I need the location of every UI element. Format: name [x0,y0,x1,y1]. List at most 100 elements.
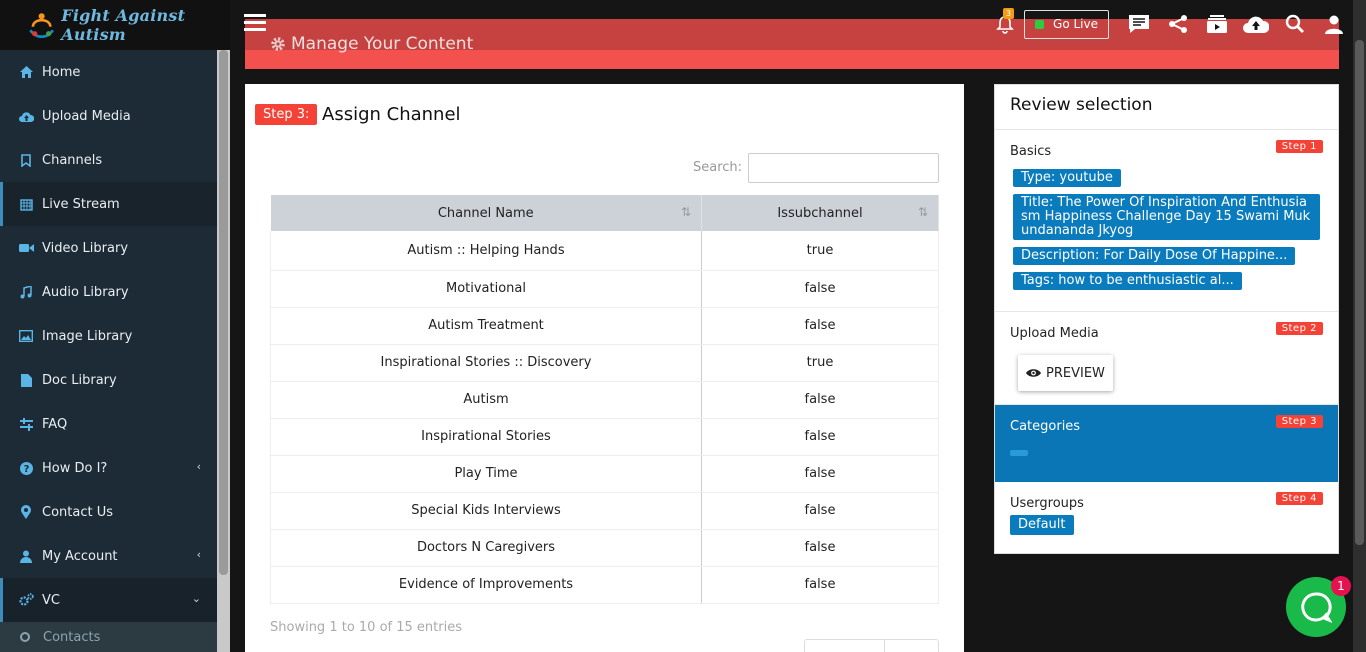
table-row[interactable]: Autism :: Helping Hands true [270,231,939,271]
column-header-issubchannel[interactable]: Issubchannel ⇅ [701,195,939,231]
cell-issubchannel: false [701,492,939,530]
cell-channel-name: Autism [270,381,702,419]
cell-issubchannel: false [701,455,939,493]
user-icon [1324,15,1343,34]
chip-title: Title: The Power Of Inspiration And Enth… [1013,194,1320,240]
page-scrollbar-thumb[interactable] [1355,40,1364,545]
step-badge: Step 3 [1275,415,1323,428]
step-badge: Step 3: [255,104,318,125]
bookmark-icon [18,152,34,168]
cell-issubchannel: false [701,418,939,456]
search-input[interactable] [748,153,939,183]
sidebar-item-label: How Do I? [42,460,108,476]
review-title: Review selection [995,85,1338,130]
chip-tags: Tags: how to be enthusiastic al... [1013,272,1242,290]
sliders-icon [18,416,34,432]
svg-text:?: ? [23,464,29,475]
sidebar-item-channels[interactable]: Channels [0,138,217,182]
circle-icon [20,632,30,642]
search-icon [1285,14,1304,33]
chat-unread-badge: 1 [1331,576,1351,596]
chevron-left-icon: ‹ [196,548,201,561]
cell-channel-name: Motivational [270,270,702,308]
sidebar-item-video-library[interactable]: Video Library [0,226,217,270]
sort-icon: ⇅ [917,205,928,219]
sidebar-item-label: Audio Library [42,284,129,300]
menu-toggle-icon[interactable] [244,14,266,34]
table-row[interactable]: Autism Treatment false [270,307,939,345]
step-badge: Step 1 [1275,140,1323,153]
brand-name: Fight Against Autism [61,6,186,44]
sidebar-item-vc[interactable]: VC ⌄ [0,578,217,622]
chip-usergroup: Default [1010,515,1074,535]
step-badge: Step 2 [1275,322,1323,335]
sidebar-item-how-do-i[interactable]: ? How Do I? ‹ [0,446,217,490]
review-section-categories: Categories Step 3 [995,405,1338,482]
table-row[interactable]: Autism false [270,381,939,419]
sidebar-item-faq[interactable]: FAQ [0,402,217,446]
page-scrollbar[interactable] [1353,0,1366,652]
question-icon: ? [18,460,34,476]
upload-button[interactable] [1236,8,1275,40]
sidebar-item-upload-media[interactable]: Upload Media [0,94,217,138]
sidebar-item-live-stream[interactable]: Live Stream [0,182,217,226]
video-camera-icon [18,240,34,256]
autism-logo-icon [29,13,54,39]
cell-issubchannel: false [701,307,939,345]
cell-issubchannel: true [701,231,939,271]
playlist-button[interactable] [1197,8,1236,40]
table-row[interactable]: Play Time false [270,455,939,493]
video-library-icon [1206,15,1227,33]
cell-channel-name: Play Time [270,455,702,493]
cell-channel-name: Inspirational Stories :: Discovery [270,344,702,382]
notifications-button[interactable]: 3 [985,8,1024,40]
sidebar-item-label: Upload Media [42,108,131,124]
table-row[interactable]: Special Kids Interviews false [270,492,939,530]
sidebar-nav: Home Upload Media Channels Live Stream V… [0,50,217,652]
sidebar-item-label: Video Library [42,240,129,256]
pagination[interactable] [804,639,939,652]
sidebar-item-label: Contact Us [42,504,113,520]
cloud-upload-icon [1242,16,1269,33]
sidebar-item-my-account[interactable]: My Account ‹ [0,534,217,578]
chat-bubble-icon [1301,592,1332,623]
cloud-upload-icon [18,108,34,124]
channels-table: Channel Name ⇅ Issubchannel ⇅ Autism :: … [270,195,939,604]
go-live-button[interactable]: Go Live [1024,9,1109,39]
review-selection-panel: Review selection Basics Step 1 Type: you… [994,84,1339,554]
sidebar-item-label: My Account [42,548,118,564]
column-header-channel-name[interactable]: Channel Name ⇅ [270,195,702,231]
cell-channel-name: Autism :: Helping Hands [270,231,702,271]
sidebar-item-label: VC [42,592,60,608]
sidebar-item-contact-us[interactable]: Contact Us [0,490,217,534]
header-actions: 3 Go Live [985,8,1353,40]
brand-logo[interactable]: Fight Against Autism [0,0,230,50]
cell-issubchannel: false [701,270,939,308]
sidebar-subitem-contacts[interactable]: Contacts [0,622,217,652]
sidebar-item-audio-library[interactable]: Audio Library [0,270,217,314]
table-row[interactable]: Doctors N Caregivers false [270,529,939,567]
table-row[interactable]: Evidence of Improvements false [270,566,939,604]
calendar-icon [18,196,34,212]
notification-badge: 3 [1003,8,1015,19]
share-button[interactable] [1158,8,1197,40]
table-row[interactable]: Inspirational Stories :: Discovery true [270,344,939,382]
messages-button[interactable] [1119,8,1158,40]
table-row[interactable]: Motivational false [270,270,939,308]
sidebar-item-doc-library[interactable]: Doc Library [0,358,217,402]
cell-issubchannel: true [701,344,939,382]
preview-button[interactable]: PREVIEW [1018,355,1113,391]
search-label: Search: [693,160,743,175]
search-button[interactable] [1275,8,1314,40]
share-icon [1168,15,1187,33]
chevron-left-icon: ‹ [196,460,201,473]
table-row[interactable]: Inspirational Stories false [270,418,939,456]
live-status-icon [1035,19,1045,29]
sidebar-item-home[interactable]: Home [0,50,217,94]
user-icon [18,548,34,564]
cell-channel-name: Special Kids Interviews [270,492,702,530]
sidebar-scrollbar-thumb[interactable] [219,50,228,575]
sidebar-item-label: FAQ [42,416,68,432]
account-button[interactable] [1314,8,1353,40]
sidebar-item-image-library[interactable]: Image Library [0,314,217,358]
